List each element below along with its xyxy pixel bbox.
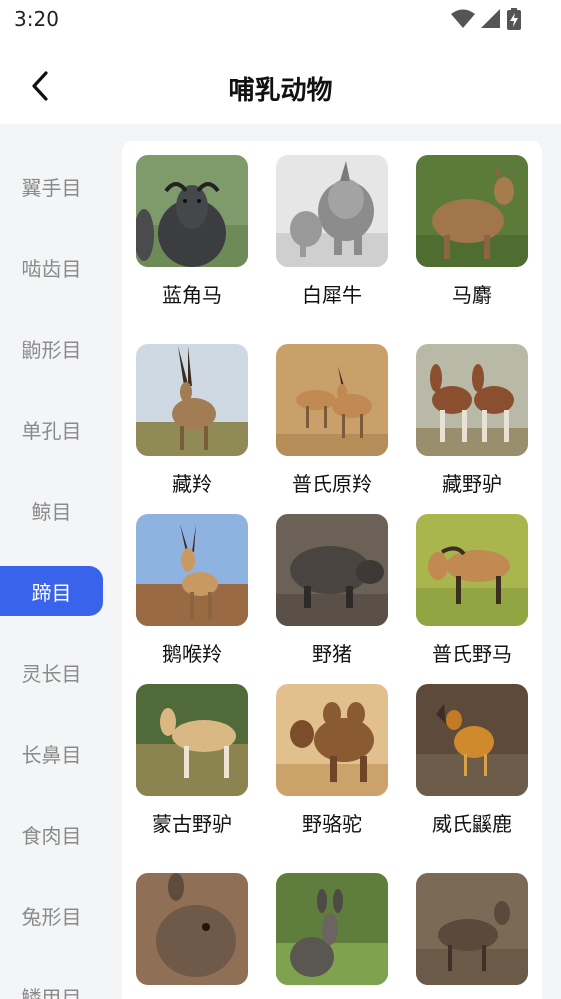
sidebar-item-rodentia[interactable]: 啮齿目 [0,242,103,292]
animal-name: 鹅喉羚 [162,642,222,666]
sidebar-item-proboscidea[interactable]: 长鼻目 [0,728,103,778]
animal-photo-mongolian-wild-ass [136,684,248,796]
animal-card[interactable]: 马麝 [416,155,528,308]
page-title: 哺乳动物 [228,76,333,106]
sidebar-item-lagomorpha[interactable]: 兔形目 [0,890,103,940]
animal-card[interactable]: 普氏原羚 [276,344,388,497]
sidebar-item-label: 单孔目 [21,418,82,443]
animal-photo-musk-deer [136,873,248,985]
sidebar-item-cetacea[interactable]: 鲸目 [0,485,103,535]
animal-photo-goitered-gazelle [136,514,248,626]
sidebar-item-label: 食肉目 [21,823,82,848]
animal-card[interactable]: 蒙古野驴 [136,684,248,837]
animal-name: 藏羚 [172,472,212,496]
animal-card[interactable]: 野猪 [276,514,388,667]
sidebar-item-label: 蹄目 [31,580,72,605]
animal-card[interactable]: 野骆驼 [276,684,388,837]
signal-icon [481,9,500,28]
sidebar-item-chiroptera[interactable]: 翼手目 [0,161,103,211]
animal-photo-alpine-musk-deer [416,155,528,267]
animal-card[interactable]: 蓝角马 [136,155,248,308]
battery-charging-icon [507,8,521,30]
animal-card[interactable]: 普氏野马 [416,514,528,667]
animal-photo-wild-boar [276,514,388,626]
sidebar-item-label: 鼩形目 [21,337,82,362]
animal-photo-wild-camel [276,684,388,796]
status-icons [451,8,521,30]
animal-name: 马麝 [452,283,492,307]
wifi-icon [451,9,475,28]
animal-name: 威氏鼷鹿 [432,812,512,836]
animal-card[interactable] [276,873,388,997]
sidebar-item-carnivora[interactable]: 食肉目 [0,809,103,859]
app-bar: 哺乳动物 [0,48,561,124]
animal-photo-tibetan-antelope [136,344,248,456]
animal-photo-blue-wildebeest [136,155,248,267]
animal-photo-muntjac [416,873,528,985]
animal-card[interactable]: 鹅喉羚 [136,514,248,667]
animal-name: 蒙古野驴 [152,812,232,836]
animal-name: 藏野驴 [442,472,502,496]
animal-photo-williamson-mouse-deer [416,684,528,796]
sidebar-item-label: 鲸目 [31,499,72,524]
animal-card[interactable] [136,873,248,997]
sidebar-item-pholidota[interactable]: 鳞甲目 [0,971,103,999]
sidebar-item-primates[interactable]: 灵长目 [0,647,103,697]
sidebar-item-label: 啮齿目 [21,256,82,281]
animal-grid: 蓝角马 白犀牛 马麝 藏羚 普氏原羚 藏野驴 鹅喉羚 野猪 普氏野马 蒙古野驴 … [122,141,542,999]
sidebar-item-ungulata[interactable]: 蹄目 [0,566,103,616]
animal-photo-przewalski-gazelle [276,344,388,456]
animal-card[interactable]: 威氏鼷鹿 [416,684,528,837]
animal-card[interactable]: 藏羚 [136,344,248,497]
sidebar-item-monotremata[interactable]: 单孔目 [0,404,103,454]
status-bar: 3:20 [0,0,561,40]
sidebar-item-label: 长鼻目 [21,742,82,767]
animal-photo-kiang [416,344,528,456]
animal-name: 蓝角马 [162,283,222,307]
animal-card[interactable]: 白犀牛 [276,155,388,308]
animal-card[interactable]: 藏野驴 [416,344,528,497]
category-sidebar: 翼手目 啮齿目 鼩形目 单孔目 鲸目 蹄目 灵长目 长鼻目 食肉目 兔形目 鳞甲… [0,124,110,999]
sidebar-item-soricomorpha[interactable]: 鼩形目 [0,323,103,373]
animal-name: 普氏原羚 [292,472,372,496]
animal-photo-przewalski-horse [416,514,528,626]
content-area: 翼手目 啮齿目 鼩形目 单孔目 鲸目 蹄目 灵长目 长鼻目 食肉目 兔形目 鳞甲… [0,124,561,999]
sidebar-item-label: 兔形目 [21,904,82,929]
sidebar-item-label: 鳞甲目 [21,985,82,999]
status-time: 3:20 [14,7,59,31]
animal-name: 白犀牛 [302,283,362,307]
animal-card[interactable] [416,873,528,997]
sidebar-item-label: 翼手目 [21,175,82,200]
animal-name: 普氏野马 [432,642,512,666]
animal-name: 野骆驼 [302,812,362,836]
animal-photo-forest-musk-deer [276,873,388,985]
sidebar-item-label: 灵长目 [21,661,82,686]
animal-name: 野猪 [312,642,352,666]
animal-photo-white-rhino [276,155,388,267]
